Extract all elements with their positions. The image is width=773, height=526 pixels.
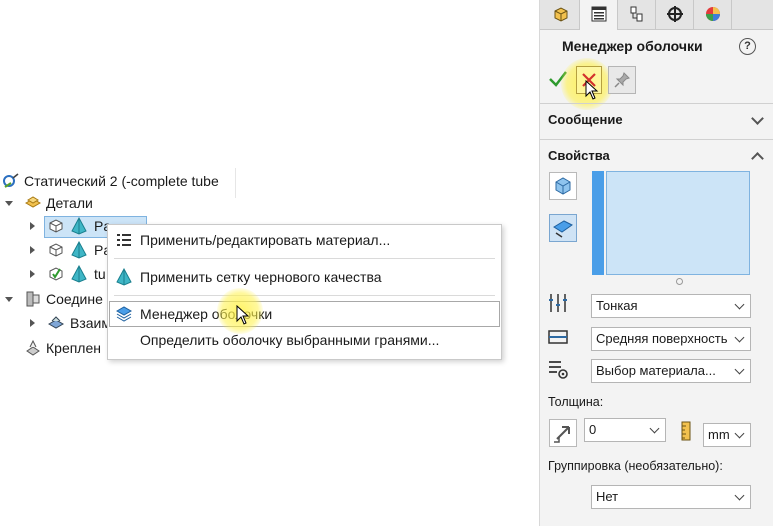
chevron-down-icon	[734, 364, 745, 375]
chevron-down-icon	[734, 332, 745, 343]
tab-dimxpert[interactable]	[656, 0, 694, 29]
thickness-input[interactable]: 0	[584, 418, 666, 442]
shell-part-icon	[49, 243, 63, 257]
chevron-down-icon	[649, 423, 660, 434]
material-dropdown[interactable]: Выбор материала...	[591, 359, 751, 383]
shell-type-icon	[549, 294, 567, 312]
section-title: Свойства	[548, 148, 610, 163]
menu-item-apply-material[interactable]: Применить/редактировать материал...	[109, 228, 500, 252]
chevron-down-icon[interactable]	[751, 112, 764, 125]
tab-property-manager[interactable]	[580, 0, 618, 30]
tree-fixtures-label: Креплен	[46, 340, 101, 356]
dropdown-value: Нет	[596, 489, 619, 504]
page-title: Менеджер оболочки	[562, 38, 703, 54]
dropdown-value: mm	[708, 427, 730, 442]
thickness-label: Толщина:	[548, 395, 604, 409]
tab-display-manager[interactable]	[694, 0, 732, 29]
tab-configuration-manager[interactable]	[618, 0, 656, 29]
tree-root-label: Статический 2 (-complete tube	[24, 173, 219, 189]
mesh-icon	[116, 268, 132, 286]
expand-icon[interactable]	[30, 270, 35, 278]
study-icon	[3, 173, 19, 188]
shell-type-dropdown[interactable]: Тонкая	[591, 294, 751, 318]
crosshair-icon	[667, 6, 683, 22]
menu-separator	[114, 295, 495, 296]
tree-interaction-label: Взаим	[70, 315, 111, 331]
chevron-down-icon	[734, 490, 745, 501]
section-message[interactable]: Сообщение	[540, 105, 773, 135]
mesh-icon	[71, 241, 87, 259]
pin-button[interactable]	[608, 66, 636, 94]
unit-dropdown[interactable]: mm	[703, 423, 751, 447]
material-list-icon	[117, 234, 131, 246]
part-icon	[554, 7, 568, 22]
menu-separator	[114, 258, 495, 259]
mouse-cursor-icon	[236, 305, 250, 325]
section-title: Сообщение	[548, 112, 623, 127]
face-selection-button[interactable]	[549, 214, 577, 242]
help-icon: ?	[744, 40, 751, 52]
resize-handle[interactable]	[676, 278, 683, 285]
tree-parts-label: Детали	[46, 195, 93, 211]
chevron-down-icon	[734, 299, 745, 310]
solid-part-check-icon	[49, 267, 63, 281]
flip-thickness-button[interactable]	[549, 419, 577, 447]
interaction-icon	[47, 316, 65, 329]
mesh-icon	[71, 217, 87, 235]
fixtures-icon	[26, 339, 40, 356]
tab-feature-manager[interactable]	[542, 0, 580, 29]
property-manager-panel: Менеджер оболочки ? Сообщение Свойства Т…	[539, 0, 773, 526]
dropdown-value: Тонкая	[596, 298, 638, 313]
divider	[540, 139, 773, 140]
expand-icon[interactable]	[30, 222, 35, 230]
appearance-icon	[706, 7, 720, 21]
parts-icon	[24, 196, 42, 208]
section-properties[interactable]: Свойства	[540, 141, 773, 171]
material-settings-icon	[549, 361, 568, 379]
expand-icon[interactable]	[5, 297, 13, 302]
input-value: 0	[589, 422, 597, 437]
pin-icon	[614, 72, 630, 88]
ruler-icon	[681, 421, 691, 441]
chevron-up-icon[interactable]	[751, 152, 764, 165]
configuration-icon	[630, 6, 643, 22]
expand-icon[interactable]	[5, 201, 13, 206]
property-manager-icon	[591, 6, 607, 22]
solid-body-icon	[555, 177, 571, 195]
tree-border-right	[235, 168, 236, 198]
menu-item-label: Определить оболочку выбранными гранями..…	[140, 332, 440, 348]
group-label: Группировка (необязательно):	[548, 459, 723, 473]
expand-icon[interactable]	[30, 246, 35, 254]
shell-part-icon	[49, 219, 63, 233]
flip-arrow-icon	[554, 426, 570, 443]
menu-item-label: Применить/редактировать материал...	[140, 232, 391, 248]
face-select-icon	[553, 220, 573, 238]
group-dropdown[interactable]: Нет	[591, 485, 751, 509]
panel-tabbar	[540, 0, 773, 30]
shell-manager-icon	[115, 306, 133, 322]
offset-icon	[548, 330, 568, 344]
tree-part-label: tu	[94, 266, 106, 282]
menu-item-label: Применить сетку чернового качества	[140, 269, 382, 285]
mesh-icon	[71, 265, 87, 283]
help-button[interactable]: ?	[739, 38, 756, 55]
expand-icon[interactable]	[30, 319, 35, 327]
chevron-down-icon	[734, 428, 745, 439]
dropdown-value: Средняя поверхность	[596, 331, 728, 346]
selection-list[interactable]	[606, 171, 750, 275]
offset-dropdown[interactable]: Средняя поверхность	[591, 327, 751, 351]
dropdown-value: Выбор материала...	[596, 363, 716, 378]
menu-item-shell-manager[interactable]: Менеджер оболочки	[109, 301, 500, 327]
context-menu: Применить/редактировать материал... Прим…	[107, 224, 502, 360]
divider	[540, 103, 773, 104]
connections-icon	[26, 291, 40, 307]
selection-box-accent	[592, 171, 604, 275]
solid-body-button[interactable]	[549, 172, 577, 200]
mouse-cursor-icon	[585, 80, 599, 100]
tree-connections-label: Соедине	[46, 291, 103, 307]
menu-item-draft-mesh[interactable]: Применить сетку чернового качества	[109, 265, 500, 289]
menu-item-define-shell[interactable]: Определить оболочку выбранными гранями..…	[109, 328, 500, 352]
